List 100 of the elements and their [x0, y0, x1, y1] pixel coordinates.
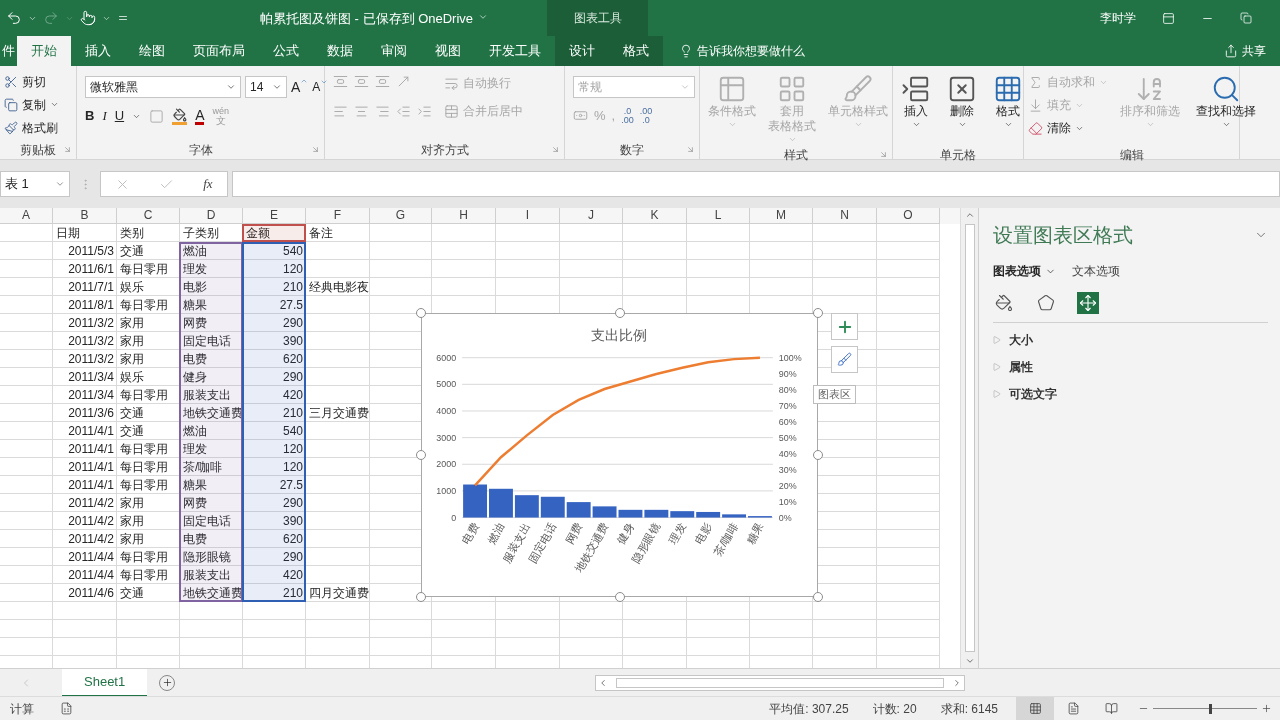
indent-decrease-icon[interactable] — [396, 104, 411, 119]
align-center-icon[interactable] — [354, 104, 369, 119]
ribbon-tab[interactable]: 开始 — [17, 36, 71, 66]
fill-color-button[interactable] — [172, 107, 188, 125]
redo-icon[interactable] — [43, 10, 59, 26]
shrink-font-button[interactable]: A — [312, 78, 329, 96]
ribbon-button[interactable]: 插入 — [897, 70, 935, 146]
zoom-in-icon[interactable] — [1261, 703, 1272, 714]
column-header[interactable]: I — [496, 208, 560, 224]
user-name[interactable]: 李时学 — [1100, 9, 1136, 27]
vertical-scrollbar[interactable] — [960, 208, 978, 668]
scroll-up-icon[interactable] — [964, 210, 975, 220]
size-properties-tab[interactable] — [1077, 292, 1099, 314]
pane-tab[interactable]: 图表选项 — [993, 262, 1056, 280]
formula-input[interactable] — [232, 171, 1280, 197]
column-header[interactable]: E — [243, 208, 306, 224]
ribbon-button[interactable]: 格式 — [989, 70, 1027, 146]
ribbon-tab[interactable]: 数据 — [313, 36, 367, 66]
indent-increase-icon[interactable] — [417, 104, 432, 119]
insert-function-button[interactable]: fx — [203, 174, 213, 194]
ribbon-button[interactable]: 复制 — [4, 95, 59, 114]
dialog-launcher-icon[interactable] — [879, 150, 888, 159]
restore-icon[interactable] — [1240, 12, 1252, 24]
column-header[interactable]: H — [432, 208, 496, 224]
ribbon-tab[interactable]: 页面布局 — [179, 36, 259, 66]
ribbon-tab[interactable]: 设计 — [555, 36, 609, 66]
align-middle-icon[interactable] — [354, 74, 369, 89]
border-icon[interactable] — [149, 108, 165, 124]
ribbon-tab[interactable]: 插入 — [71, 36, 125, 66]
resize-handle[interactable] — [416, 308, 426, 318]
decimal-button[interactable]: .0 .00 — [621, 106, 634, 125]
resize-handle[interactable] — [416, 450, 426, 460]
ribbon-tab[interactable]: 开发工具 — [475, 36, 555, 66]
pane-section[interactable]: 可选文字 — [993, 385, 1268, 403]
zoom-slider[interactable] — [1153, 702, 1257, 715]
column-header[interactable]: L — [687, 208, 750, 224]
touch-mode-icon[interactable] — [80, 10, 96, 26]
macro-icon[interactable] — [60, 702, 73, 715]
fill-tab[interactable] — [993, 292, 1015, 314]
column-header[interactable]: G — [370, 208, 432, 224]
chart-elements-button[interactable] — [831, 313, 858, 340]
pane-tab[interactable]: 文本选项 — [1072, 262, 1120, 280]
resize-handle[interactable] — [813, 592, 823, 602]
column-header[interactable]: J — [560, 208, 623, 224]
name-box[interactable]: 表 1 — [0, 171, 70, 197]
ribbon-tab[interactable]: 审阅 — [367, 36, 421, 66]
font-style-button[interactable]: U — [114, 106, 125, 126]
chart-styles-button[interactable] — [831, 346, 858, 373]
horizontal-scrollbar[interactable] — [595, 674, 966, 691]
scrollbar-thumb[interactable] — [964, 224, 975, 652]
align-top-icon[interactable] — [333, 74, 348, 89]
ribbon-button[interactable]: 清除 — [1028, 118, 1108, 138]
resize-handle[interactable] — [813, 308, 823, 318]
column-header[interactable]: F — [306, 208, 370, 224]
pane-section[interactable]: 大小 — [993, 331, 1268, 349]
font-style-button[interactable]: B — [85, 106, 95, 126]
dialog-launcher-icon[interactable] — [551, 145, 560, 154]
ribbon-tab[interactable]: 件 — [0, 36, 17, 66]
ribbon-tab[interactable]: 绘图 — [125, 36, 179, 66]
dialog-launcher-icon[interactable] — [63, 145, 72, 154]
align-bottom-icon[interactable] — [375, 74, 390, 89]
share-button[interactable]: 共享 — [1224, 36, 1280, 66]
ribbon-display-icon[interactable] — [1162, 11, 1175, 25]
pane-section[interactable]: 属性 — [993, 358, 1268, 376]
scrollbar-thumb[interactable] — [616, 677, 945, 688]
resize-handle[interactable] — [416, 592, 426, 602]
font-size-field[interactable]: 14 — [245, 76, 287, 98]
ribbon-tab[interactable]: 公式 — [259, 36, 313, 66]
normal-view-button[interactable] — [1016, 696, 1054, 720]
tell-me-field[interactable]: 告诉我你想要做什么 — [697, 42, 805, 60]
dialog-launcher-icon[interactable] — [686, 145, 695, 154]
resize-handle[interactable] — [813, 450, 823, 460]
font-color-button[interactable]: A — [195, 107, 205, 125]
resize-handle[interactable] — [614, 308, 625, 318]
ribbon-button[interactable]: 删除 — [943, 70, 981, 146]
column-header[interactable]: B — [53, 208, 117, 224]
dialog-launcher-icon[interactable] — [311, 145, 320, 154]
ribbon-tab[interactable]: 视图 — [421, 36, 475, 66]
align-left-icon[interactable] — [333, 104, 348, 119]
font-name-field[interactable]: 微软雅黑 — [85, 76, 241, 98]
grow-font-button[interactable]: A — [291, 76, 309, 98]
column-header[interactable]: N — [813, 208, 877, 224]
column-header[interactable]: A — [0, 208, 53, 224]
scroll-down-icon[interactable] — [964, 656, 975, 666]
column-header[interactable]: D — [180, 208, 243, 224]
align-right-icon[interactable] — [375, 104, 390, 119]
sheet-tab[interactable]: Sheet1 — [62, 668, 148, 697]
column-header[interactable]: K — [623, 208, 687, 224]
decimal-button[interactable]: .00 .0 — [639, 106, 653, 125]
ribbon-button[interactable]: 格式刷 — [4, 118, 59, 137]
ribbon-button[interactable]: 查找和选择 — [1192, 70, 1260, 146]
orientation-icon[interactable] — [396, 74, 411, 89]
zoom-thumb[interactable] — [1209, 703, 1213, 714]
ribbon-button[interactable]: 剪切 — [4, 72, 59, 91]
column-header[interactable]: M — [750, 208, 813, 224]
column-header[interactable]: C — [117, 208, 180, 224]
column-header[interactable]: O — [877, 208, 940, 224]
chart-area[interactable]: 支出比例 0 1000 2000 3000 4000 5000 6000 0% 10% 20% 30% 40% 50% 60% 70% 80% 90% 100% 电费 燃油 服装支出 固定电话 网费 地铁交通费 健身 隐形眼镜 理发 电影 茶/咖啡 糖果 — [421, 313, 818, 597]
font-style-button[interactable]: I — [102, 106, 107, 126]
ribbon-tab[interactable]: 格式 — [609, 36, 663, 66]
